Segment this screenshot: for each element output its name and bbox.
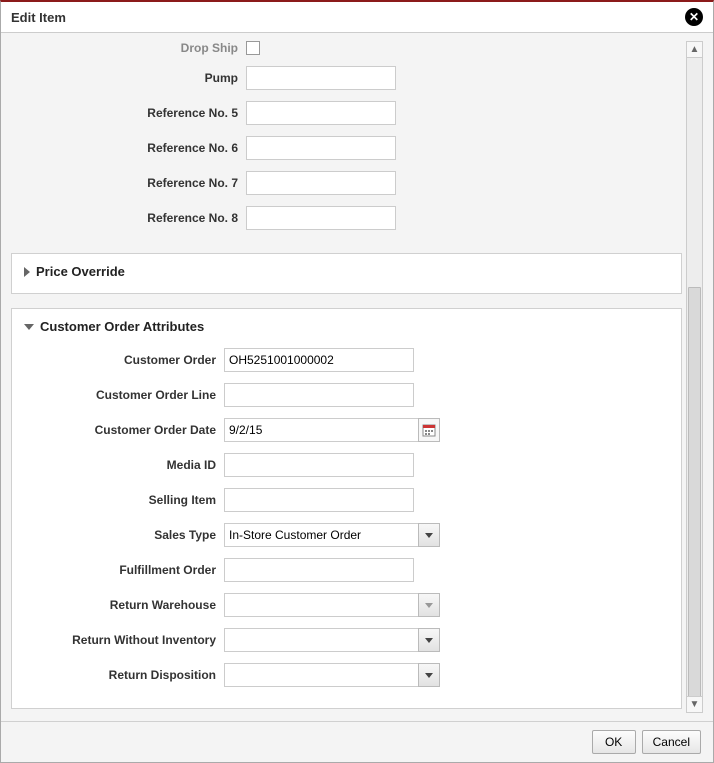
drop-ship-checkbox[interactable] — [246, 41, 260, 55]
return-disposition-dropdown-button[interactable] — [418, 663, 440, 687]
return-warehouse-input[interactable] — [224, 593, 419, 617]
customer-order-date-input[interactable] — [224, 418, 419, 442]
sales-type-combo — [224, 523, 440, 547]
return-without-inventory-combo — [224, 628, 440, 652]
row-ref8: Reference No. 8 — [11, 206, 682, 230]
pump-label: Pump — [11, 71, 246, 85]
close-button[interactable]: ✕ — [685, 8, 703, 26]
dialog-body: Drop Ship Pump Reference No. 5 Reference… — [1, 33, 713, 721]
caret-down-icon — [425, 638, 433, 643]
price-override-header[interactable]: Price Override — [24, 264, 669, 279]
ref6-input[interactable] — [246, 136, 396, 160]
customer-order-label: Customer Order — [24, 353, 224, 367]
row-sales-type: Sales Type — [24, 523, 669, 547]
caret-down-icon — [425, 603, 433, 608]
scroll-up-button[interactable]: ▲ — [687, 42, 702, 58]
close-icon: ✕ — [689, 11, 699, 23]
return-warehouse-label: Return Warehouse — [24, 598, 224, 612]
row-ref6: Reference No. 6 — [11, 136, 682, 160]
media-id-input[interactable] — [224, 453, 414, 477]
row-return-without-inventory: Return Without Inventory — [24, 628, 669, 652]
selling-item-label: Selling Item — [24, 493, 224, 507]
chevron-up-icon: ▲ — [690, 44, 700, 55]
ok-button[interactable]: OK — [592, 730, 636, 754]
chevron-down-icon: ▼ — [690, 699, 700, 710]
drop-ship-label: Drop Ship — [11, 41, 246, 55]
chevron-down-icon — [24, 324, 34, 330]
customer-order-date-field — [224, 418, 440, 442]
row-return-disposition: Return Disposition — [24, 663, 669, 687]
calendar-icon — [422, 423, 436, 437]
return-disposition-input[interactable] — [224, 663, 419, 687]
row-selling-item: Selling Item — [24, 488, 669, 512]
price-override-title: Price Override — [36, 264, 125, 279]
media-id-label: Media ID — [24, 458, 224, 472]
ref6-label: Reference No. 6 — [11, 141, 246, 155]
ref8-label: Reference No. 8 — [11, 211, 246, 225]
dialog-footer: OK Cancel — [1, 721, 713, 762]
dialog-titlebar: Edit Item ✕ — [1, 2, 713, 33]
return-without-inventory-input[interactable] — [224, 628, 419, 652]
content-area: Drop Ship Pump Reference No. 5 Reference… — [11, 41, 682, 713]
ref7-label: Reference No. 7 — [11, 176, 246, 190]
date-picker-button[interactable] — [418, 418, 440, 442]
caret-down-icon — [425, 673, 433, 678]
fulfillment-order-input[interactable] — [224, 558, 414, 582]
customer-order-date-label: Customer Order Date — [24, 423, 224, 437]
row-return-warehouse: Return Warehouse — [24, 593, 669, 617]
cancel-button[interactable]: Cancel — [642, 730, 701, 754]
scroll-thumb[interactable] — [688, 287, 701, 707]
return-without-inventory-dropdown-button[interactable] — [418, 628, 440, 652]
row-ref5: Reference No. 5 — [11, 101, 682, 125]
row-pump: Pump — [11, 66, 682, 90]
customer-order-input[interactable] — [224, 348, 414, 372]
pump-input[interactable] — [246, 66, 396, 90]
customer-order-attrs-header[interactable]: Customer Order Attributes — [24, 319, 669, 334]
dialog-title: Edit Item — [11, 10, 66, 25]
ref5-input[interactable] — [246, 101, 396, 125]
selling-item-input[interactable] — [224, 488, 414, 512]
scroll-wrapper: Drop Ship Pump Reference No. 5 Reference… — [11, 41, 703, 713]
row-customer-order-line: Customer Order Line — [24, 383, 669, 407]
return-disposition-label: Return Disposition — [24, 668, 224, 682]
vertical-scrollbar[interactable]: ▲ ▼ — [686, 41, 703, 713]
sales-type-input[interactable] — [224, 523, 419, 547]
row-drop-ship: Drop Ship — [11, 41, 682, 55]
chevron-right-icon — [24, 267, 30, 277]
customer-order-line-label: Customer Order Line — [24, 388, 224, 402]
return-without-inventory-label: Return Without Inventory — [24, 633, 224, 647]
upper-fields: Drop Ship Pump Reference No. 5 Reference… — [11, 41, 682, 253]
caret-down-icon — [425, 533, 433, 538]
ref7-input[interactable] — [246, 171, 396, 195]
return-warehouse-combo — [224, 593, 440, 617]
fulfillment-order-label: Fulfillment Order — [24, 563, 224, 577]
return-warehouse-dropdown-button[interactable] — [418, 593, 440, 617]
return-disposition-combo — [224, 663, 440, 687]
sales-type-dropdown-button[interactable] — [418, 523, 440, 547]
ref5-label: Reference No. 5 — [11, 106, 246, 120]
section-customer-order-attributes: Customer Order Attributes Customer Order… — [11, 308, 682, 709]
customer-order-line-input[interactable] — [224, 383, 414, 407]
row-ref7: Reference No. 7 — [11, 171, 682, 195]
sales-type-label: Sales Type — [24, 528, 224, 542]
edit-item-dialog: Edit Item ✕ Drop Ship Pump Reference N — [0, 0, 714, 763]
row-customer-order: Customer Order — [24, 348, 669, 372]
scroll-down-button[interactable]: ▼ — [687, 696, 702, 712]
row-fulfillment-order: Fulfillment Order — [24, 558, 669, 582]
row-customer-order-date: Customer Order Date — [24, 418, 669, 442]
customer-order-attrs-title: Customer Order Attributes — [40, 319, 204, 334]
row-media-id: Media ID — [24, 453, 669, 477]
ref8-input[interactable] — [246, 206, 396, 230]
customer-order-attrs-body: Customer Order Customer Order Line Custo… — [24, 338, 669, 687]
section-price-override: Price Override — [11, 253, 682, 294]
